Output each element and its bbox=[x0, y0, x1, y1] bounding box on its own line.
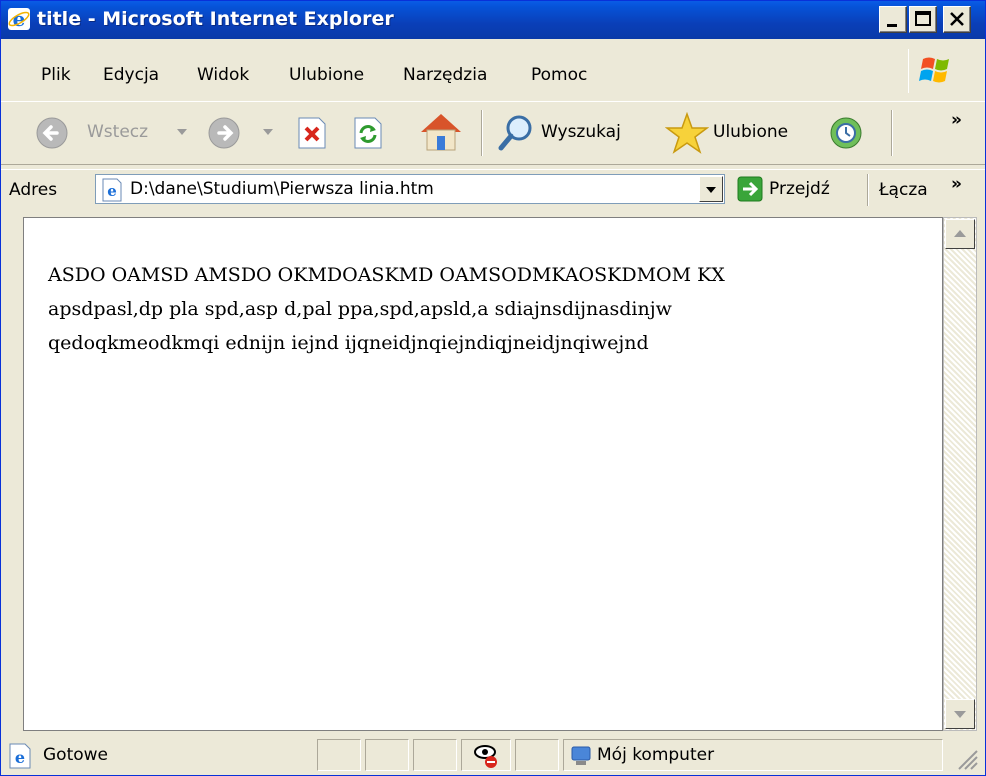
svg-text:e: e bbox=[15, 748, 25, 767]
address-value: D:\dane\Studium\Pierwsza linia.htm bbox=[130, 179, 434, 199]
title-bar[interactable]: e title - Microsoft Internet Explorer bbox=[1, 1, 985, 39]
address-label: Adres bbox=[9, 180, 58, 200]
search-icon bbox=[498, 115, 532, 151]
maximize-icon bbox=[915, 11, 931, 26]
standard-toolbar: Wstecz Wyszukaj Ulubione » bbox=[1, 101, 985, 165]
content-line-2: apsdpasl,dp pla spd,asp d,pal ppa,spd,ap… bbox=[48, 298, 672, 320]
browser-window: e title - Microsoft Internet Explorer Pl… bbox=[0, 0, 986, 776]
menu-pomoc[interactable]: Pomoc bbox=[531, 65, 587, 85]
content-line-3: qedoqkmeodkmqi ednijn iejnd ijqneidjnqie… bbox=[48, 332, 649, 354]
go-arrow-icon bbox=[737, 176, 763, 202]
windows-logo bbox=[908, 49, 963, 93]
home-icon bbox=[421, 114, 461, 151]
minimize-button[interactable] bbox=[879, 6, 907, 33]
scroll-up-button[interactable] bbox=[945, 219, 975, 249]
status-pane-2 bbox=[365, 739, 409, 771]
toolbar-separator-1 bbox=[481, 110, 483, 156]
menu-plik[interactable]: Plik bbox=[41, 65, 71, 85]
history-button[interactable] bbox=[825, 112, 869, 154]
address-bar: Adres e D:\dane\Studium\Pierwsza linia.h… bbox=[1, 169, 985, 210]
stop-button[interactable] bbox=[295, 116, 331, 152]
status-bar: e Gotowe Mój komputer bbox=[1, 735, 985, 775]
status-text: Gotowe bbox=[43, 745, 109, 765]
scroll-up-arrow-icon bbox=[954, 230, 966, 237]
forward-button[interactable] bbox=[205, 112, 285, 154]
dropdown-arrow-icon bbox=[706, 187, 716, 193]
forward-dropdown-icon bbox=[263, 129, 273, 135]
status-pane-1 bbox=[317, 739, 361, 771]
address-dropdown-button[interactable] bbox=[699, 176, 723, 202]
toolbar-more-button[interactable]: » bbox=[951, 110, 962, 130]
toolbar-separator-2 bbox=[891, 110, 893, 156]
go-button[interactable]: Przejdź bbox=[735, 174, 859, 204]
home-button[interactable] bbox=[417, 110, 465, 156]
close-icon bbox=[950, 12, 964, 26]
scroll-down-button[interactable] bbox=[945, 699, 975, 729]
menu-ulubione[interactable]: Ulubione bbox=[289, 65, 364, 85]
address-separator bbox=[867, 174, 869, 206]
back-dropdown-icon bbox=[177, 129, 187, 135]
windows-flag-icon bbox=[919, 57, 949, 83]
go-label: Przejdź bbox=[769, 179, 830, 199]
scroll-down-arrow-icon bbox=[954, 711, 966, 718]
forward-arrow-icon bbox=[208, 117, 240, 149]
svg-text:e: e bbox=[13, 7, 26, 31]
status-pane-4 bbox=[515, 739, 559, 771]
address-input[interactable]: e D:\dane\Studium\Pierwsza linia.htm bbox=[95, 174, 725, 204]
history-icon bbox=[830, 117, 862, 149]
menu-bar: Plik Edycja Widok Ulubione Narzędzia Pom… bbox=[1, 53, 985, 97]
minimize-icon bbox=[887, 24, 897, 27]
menu-edycja[interactable]: Edycja bbox=[103, 65, 159, 85]
privacy-pane[interactable] bbox=[461, 739, 511, 771]
page-icon: e bbox=[102, 178, 122, 202]
privacy-icon bbox=[474, 745, 497, 768]
window-title: title - Microsoft Internet Explorer bbox=[37, 8, 394, 30]
favorites-star-icon bbox=[665, 112, 709, 154]
menu-widok[interactable]: Widok bbox=[197, 65, 249, 85]
links-button[interactable]: Łącza bbox=[879, 180, 928, 200]
close-button[interactable] bbox=[943, 6, 971, 33]
status-pane-3 bbox=[413, 739, 457, 771]
zone-text: Mój komputer bbox=[597, 745, 715, 765]
resize-grip-icon[interactable] bbox=[953, 745, 979, 771]
back-label: Wstecz bbox=[87, 122, 149, 142]
stop-icon bbox=[298, 117, 326, 149]
page-body: ASDO OAMSD AMSDO OKMDOASKMD OAMSODMKAOSK… bbox=[48, 258, 928, 360]
ie-icon: e bbox=[8, 7, 30, 31]
menu-narzedzia[interactable]: Narzędzia bbox=[403, 65, 487, 85]
maximize-button[interactable] bbox=[909, 6, 937, 33]
vertical-scrollbar[interactable] bbox=[943, 217, 977, 731]
status-page-icon: e bbox=[9, 743, 31, 769]
search-button[interactable]: Wyszukaj bbox=[495, 112, 645, 154]
svg-text:e: e bbox=[107, 182, 117, 200]
refresh-button[interactable] bbox=[351, 116, 387, 152]
back-button[interactable]: Wstecz bbox=[31, 112, 201, 154]
back-arrow-icon bbox=[36, 117, 68, 149]
favorites-button[interactable]: Ulubione bbox=[665, 110, 815, 156]
refresh-icon bbox=[354, 117, 382, 149]
page-content: ASDO OAMSD AMSDO OKMDOASKMD OAMSODMKAOSK… bbox=[23, 217, 943, 731]
links-more-button[interactable]: » bbox=[951, 174, 962, 194]
favorites-label: Ulubione bbox=[713, 122, 789, 142]
my-computer-icon bbox=[571, 746, 591, 765]
content-line-1: ASDO OAMSD AMSDO OKMDOASKMD OAMSODMKAOSK… bbox=[48, 264, 725, 286]
search-label: Wyszukaj bbox=[541, 122, 621, 142]
